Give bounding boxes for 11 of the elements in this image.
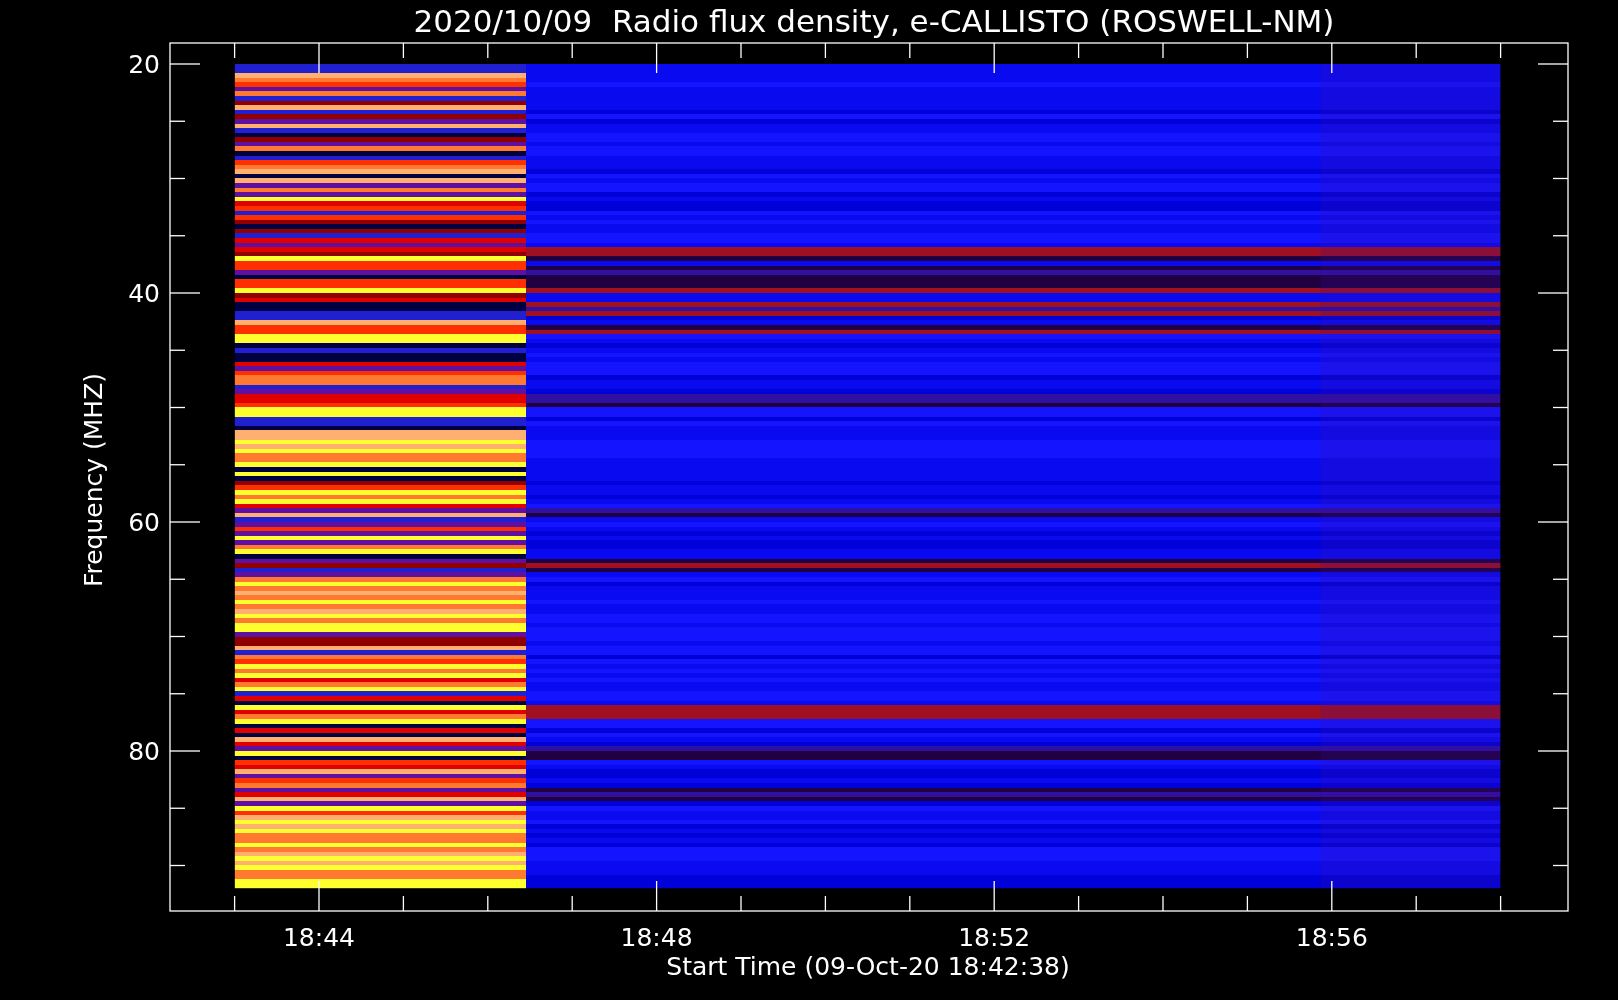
tick-label: 18:48 [620, 923, 693, 952]
tick-label: 60 [128, 508, 160, 537]
axis-label: Frequency (MHZ) [79, 372, 108, 588]
tick-label: 20 [128, 50, 160, 79]
tick-label: 80 [128, 737, 160, 766]
axis-label: Start Time (09-Oct-20 18:42:38) [666, 952, 1070, 981]
tick-label: 40 [128, 279, 160, 308]
tick-label: 18:44 [283, 923, 355, 952]
tick-label: 18:56 [1295, 923, 1368, 952]
tick-label: 18:52 [958, 923, 1031, 952]
chart-title: 2020/10/09 Radio flux density, e-CALLISTO (ROSWELL-NM) [413, 3, 1335, 39]
